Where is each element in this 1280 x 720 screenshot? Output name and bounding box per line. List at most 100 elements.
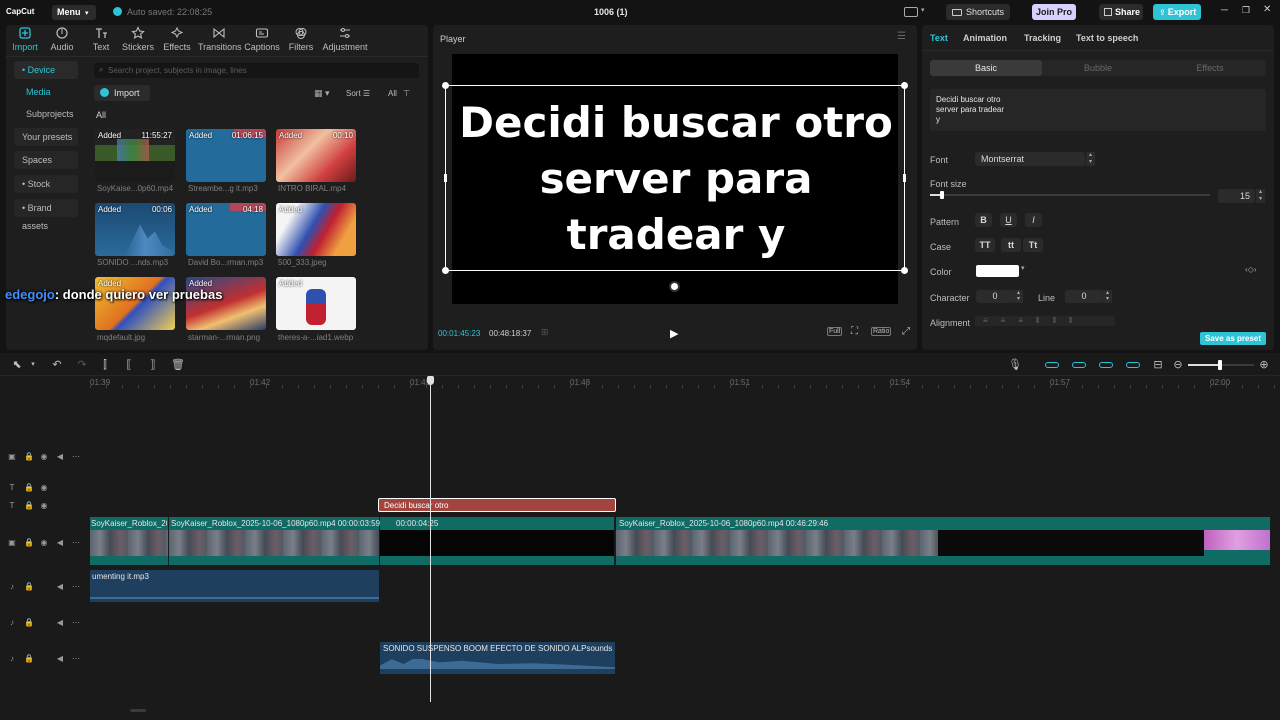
lock-icon[interactable]: 🔒 <box>24 483 34 492</box>
save-preset-button[interactable]: Save as preset <box>1200 332 1266 345</box>
split-icon[interactable]: ⫿ <box>99 359 111 371</box>
media-item[interactable]: Added <box>276 203 356 256</box>
tab-animation[interactable]: Animation <box>963 33 1007 43</box>
delete-icon[interactable]: 🗑 <box>171 359 185 371</box>
snap-icon[interactable] <box>1099 362 1113 368</box>
import-button[interactable]: Import <box>94 85 150 101</box>
case-upper-button[interactable]: TT <box>975 238 995 252</box>
playhead-handle[interactable] <box>427 376 434 385</box>
lock-icon[interactable]: 🔒 <box>24 618 34 627</box>
bold-button[interactable]: B <box>975 213 992 227</box>
sidebar-item-stock[interactable]: • Stock mate... <box>14 175 78 207</box>
undo-icon[interactable]: ↶ <box>51 359 63 371</box>
share-button[interactable]: Share <box>1099 4 1143 20</box>
resize-handle[interactable] <box>444 174 447 182</box>
join-pro-button[interactable]: Join Pro <box>1032 4 1076 20</box>
font-select[interactable]: Montserrat <box>975 152 1085 166</box>
select-tool-icon[interactable]: ⬉ <box>11 359 23 371</box>
tool-adjustment[interactable]: Adjustment <box>322 26 368 52</box>
zoom-out-icon[interactable]: ⊖ <box>1172 359 1184 371</box>
lock-icon[interactable]: 🔒 <box>24 538 34 547</box>
rotate-handle-icon[interactable] <box>669 281 680 292</box>
color-swatch[interactable] <box>976 265 1019 277</box>
more-icon[interactable]: ⋯ <box>72 618 80 627</box>
tool-effects[interactable]: Effects <box>162 26 192 52</box>
layout-icon[interactable] <box>904 7 918 17</box>
text-clip[interactable]: Decidi buscar otro <box>378 498 616 512</box>
full-button[interactable]: Full <box>827 327 843 336</box>
sidebar-item-brand[interactable]: • Brand assets <box>14 199 78 231</box>
mute-icon[interactable]: ◀ <box>56 618 64 627</box>
media-item[interactable]: Added 04:18 <box>186 203 266 256</box>
mute-icon[interactable]: ◀ <box>56 538 64 547</box>
export-button[interactable]: ⇪ Export <box>1153 4 1201 20</box>
more-icon[interactable]: ⋯ <box>72 538 80 547</box>
media-item[interactable]: Added 01:06:15 <box>186 129 266 182</box>
track-link-icon[interactable] <box>1045 362 1059 368</box>
media-item[interactable]: Added <box>95 277 175 330</box>
search-input[interactable]: Search project, subjects in image, lines <box>108 66 247 75</box>
audio-clip[interactable]: SONIDO SUSPENSO BOOM EFECTO DE SONIDO AL… <box>380 642 615 674</box>
subtab-effects[interactable]: Effects <box>1154 60 1266 76</box>
case-title-button[interactable]: Tt <box>1023 238 1043 252</box>
resize-handle[interactable] <box>901 82 908 89</box>
fontsize-slider-thumb[interactable] <box>940 191 944 199</box>
mute-icon[interactable]: ◀ <box>56 582 64 591</box>
alignment-buttons[interactable]: ≡≡≡⦀⦀⦀ <box>975 316 1115 326</box>
subtab-basic[interactable]: Basic <box>930 60 1042 76</box>
tool-captions[interactable]: Captions <box>244 26 280 52</box>
mute-icon[interactable]: ◀ <box>56 654 64 663</box>
video-clip[interactable]: SoyKaiser_Roblox_2025-10-06_1080p60.mp4 … <box>169 517 380 565</box>
line-input[interactable]: 0 <box>1065 290 1103 303</box>
media-item[interactable]: Added 11:55:27 <box>95 129 175 182</box>
lock-icon[interactable]: 🔒 <box>24 501 34 510</box>
sidebar-item-device[interactable]: • Device <box>14 61 78 79</box>
mute-icon[interactable]: ◀ <box>56 452 64 461</box>
magnet-icon[interactable] <box>1072 362 1086 368</box>
tool-audio[interactable]: Audio <box>48 26 76 52</box>
timeline-scrollbar[interactable] <box>130 709 146 712</box>
subtab-bubble[interactable]: Bubble <box>1042 60 1154 76</box>
resize-handle[interactable] <box>442 267 449 274</box>
play-icon[interactable]: ▶ <box>670 327 678 340</box>
playhead[interactable] <box>430 376 431 702</box>
media-search[interactable]: ⌕ Search project, subjects in image, lin… <box>94 63 419 78</box>
eye-icon[interactable]: ◉ <box>40 483 48 492</box>
resize-handle[interactable] <box>442 82 449 89</box>
microphone-icon[interactable]: 🎙 <box>1008 359 1022 371</box>
tab-tracking[interactable]: Tracking <box>1024 33 1061 43</box>
layout-chevron-icon[interactable]: ▾ <box>921 6 925 14</box>
sidebar-item-spaces[interactable]: Spaces <box>14 151 78 169</box>
fullscreen-icon[interactable]: ⤢ <box>902 326 910 337</box>
eye-icon[interactable]: ◉ <box>40 501 48 510</box>
resize-handle[interactable] <box>903 174 906 182</box>
video-clip[interactable]: 00:00:04:25 <box>380 517 614 565</box>
fontsize-stepper-icon[interactable]: ▴ ▾ <box>1256 189 1265 203</box>
close-icon[interactable]: ✕ <box>1263 4 1271 15</box>
timecode-grid-icon[interactable]: ⊞ <box>541 327 549 338</box>
more-icon[interactable]: ⋯ <box>72 582 80 591</box>
menu-button[interactable]: Menu ▾ <box>52 5 96 20</box>
audio-clip[interactable]: umenting it.mp3 <box>90 570 379 602</box>
sidebar-item-subprojects[interactable]: Subprojects <box>18 105 82 123</box>
italic-button[interactable]: I <box>1025 213 1042 227</box>
eye-icon[interactable]: ◉ <box>40 452 48 461</box>
zoom-slider-thumb[interactable] <box>1218 360 1222 370</box>
tool-stickers[interactable]: Stickers <box>120 26 156 52</box>
fontsize-input[interactable]: 15 <box>1218 189 1255 203</box>
sidebar-item-media[interactable]: Media <box>18 83 82 101</box>
sidebar-item-presets[interactable]: Your presets <box>14 128 78 146</box>
more-icon[interactable]: ⋯ <box>72 654 80 663</box>
tool-text[interactable]: Text <box>88 26 114 52</box>
ratio-button[interactable]: Ratio <box>871 327 892 336</box>
fontsize-slider[interactable] <box>930 191 1210 199</box>
eye-icon[interactable]: ◉ <box>40 538 48 547</box>
text-content-field[interactable]: Decidi buscar otro server para tradear y <box>930 89 1266 131</box>
lock-icon[interactable]: 🔒 <box>24 452 34 461</box>
character-input[interactable]: 0 <box>976 290 1014 303</box>
media-item[interactable]: Added 00:06 <box>95 203 175 256</box>
split-right-icon[interactable]: ⟧ <box>147 359 159 371</box>
preview-axis-icon[interactable] <box>1126 362 1140 368</box>
more-icon[interactable]: ⋯ <box>72 452 80 461</box>
caption-text-box[interactable]: Decidi buscar otro server para tradear y <box>442 82 908 274</box>
